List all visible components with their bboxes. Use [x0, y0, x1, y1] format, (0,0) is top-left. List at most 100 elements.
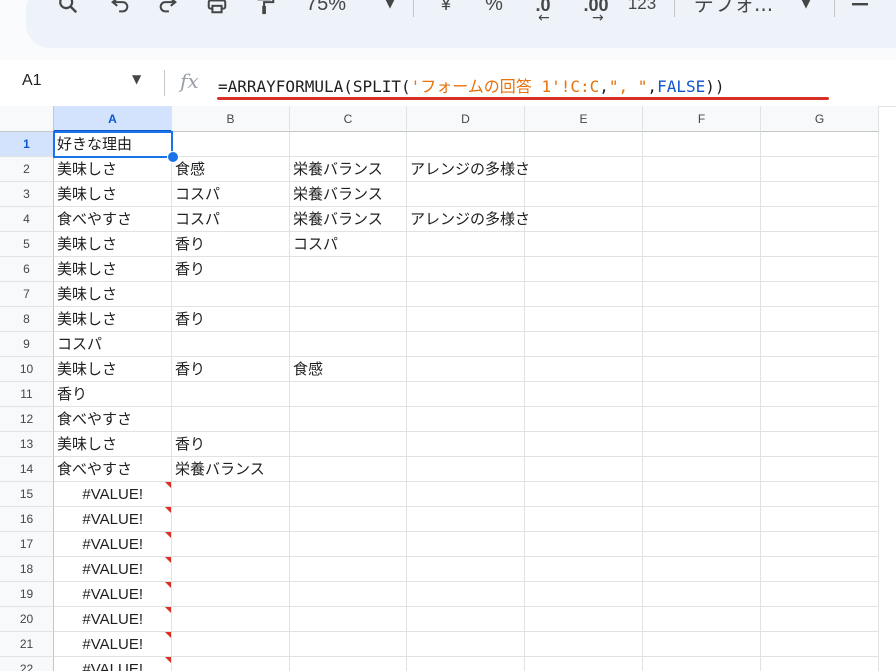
decrease-decimal-button[interactable]: .0 ←	[526, 0, 560, 26]
cell-d10[interactable]	[407, 357, 525, 382]
row-header-20[interactable]: 20	[0, 607, 54, 632]
error-indicator-icon[interactable]	[165, 657, 171, 663]
cell-f12[interactable]	[643, 407, 761, 432]
cell-f5[interactable]	[643, 232, 761, 257]
row-header-13[interactable]: 13	[0, 432, 54, 457]
cell-f3[interactable]	[643, 182, 761, 207]
cell-e2[interactable]	[525, 157, 643, 182]
cell-e4[interactable]	[525, 207, 643, 232]
formula-input[interactable]: =ARRAYFORMULA(SPLIT('フォームの回答 1'!C:C,", "…	[218, 73, 725, 97]
cell-a8[interactable]: 美味しさ	[54, 307, 172, 332]
increase-decimal-button[interactable]: .00 →	[576, 0, 616, 26]
fill-handle[interactable]	[167, 151, 179, 163]
row-header-3[interactable]: 3	[0, 182, 54, 207]
cell-c3[interactable]: 栄養バランス	[290, 182, 407, 207]
cell-f16[interactable]	[643, 507, 761, 532]
cell-f8[interactable]	[643, 307, 761, 332]
cell-b8[interactable]: 香り	[172, 307, 290, 332]
cell-a9[interactable]: コスパ	[54, 332, 172, 357]
row-header-5[interactable]: 5	[0, 232, 54, 257]
row-header-11[interactable]: 11	[0, 382, 54, 407]
cell-d3[interactable]	[407, 182, 525, 207]
column-header-d[interactable]: D	[407, 106, 525, 132]
cell-b14[interactable]: 栄養バランス	[172, 457, 290, 482]
cell-g4[interactable]	[761, 207, 879, 232]
cell-a18[interactable]: #VALUE!	[54, 557, 172, 582]
cell-a15[interactable]: #VALUE!	[54, 482, 172, 507]
cell-c7[interactable]	[290, 282, 407, 307]
row-header-17[interactable]: 17	[0, 532, 54, 557]
cell-a19[interactable]: #VALUE!	[54, 582, 172, 607]
cell-g6[interactable]	[761, 257, 879, 282]
cell-a16[interactable]: #VALUE!	[54, 507, 172, 532]
cell-d13[interactable]	[407, 432, 525, 457]
cell-b17[interactable]	[172, 532, 290, 557]
cell-b13[interactable]: 香り	[172, 432, 290, 457]
row-header-4[interactable]: 4	[0, 207, 54, 232]
cell-c4[interactable]: 栄養バランス	[290, 207, 407, 232]
cell-c19[interactable]	[290, 582, 407, 607]
cell-e11[interactable]	[525, 382, 643, 407]
row-header-22[interactable]: 22	[0, 657, 54, 671]
percent-format-button[interactable]: %	[482, 0, 506, 22]
cell-b1[interactable]	[172, 132, 290, 157]
cell-b6[interactable]: 香り	[172, 257, 290, 282]
row-header-21[interactable]: 21	[0, 632, 54, 657]
cell-f7[interactable]	[643, 282, 761, 307]
column-header-g[interactable]: G	[761, 106, 879, 132]
cell-d5[interactable]	[407, 232, 525, 257]
cell-b4[interactable]: コスパ	[172, 207, 290, 232]
cell-e8[interactable]	[525, 307, 643, 332]
cell-e15[interactable]	[525, 482, 643, 507]
cell-a7[interactable]: 美味しさ	[54, 282, 172, 307]
select-all-corner[interactable]	[0, 106, 54, 132]
column-header-a[interactable]: A	[54, 106, 172, 132]
cell-f22[interactable]	[643, 657, 761, 671]
cell-f4[interactable]	[643, 207, 761, 232]
row-header-8[interactable]: 8	[0, 307, 54, 332]
cell-b19[interactable]	[172, 582, 290, 607]
cell-d1[interactable]	[407, 132, 525, 157]
cell-g3[interactable]	[761, 182, 879, 207]
cell-g2[interactable]	[761, 157, 879, 182]
cell-b18[interactable]	[172, 557, 290, 582]
cell-b11[interactable]	[172, 382, 290, 407]
cell-c21[interactable]	[290, 632, 407, 657]
cell-a21[interactable]: #VALUE!	[54, 632, 172, 657]
cell-b7[interactable]	[172, 282, 290, 307]
redo-icon[interactable]	[152, 0, 184, 22]
cell-a17[interactable]: #VALUE!	[54, 532, 172, 557]
cell-d11[interactable]	[407, 382, 525, 407]
decrease-font-size-icon[interactable]	[848, 0, 872, 22]
name-box[interactable]: A1	[22, 72, 42, 90]
cell-f20[interactable]	[643, 607, 761, 632]
cell-d7[interactable]	[407, 282, 525, 307]
cell-c15[interactable]	[290, 482, 407, 507]
search-menus-icon[interactable]	[52, 0, 84, 22]
cell-b12[interactable]	[172, 407, 290, 432]
font-dropdown-icon[interactable]: ▼	[794, 0, 818, 22]
cell-e3[interactable]	[525, 182, 643, 207]
cell-a10[interactable]: 美味しさ	[54, 357, 172, 382]
cell-g11[interactable]	[761, 382, 879, 407]
cell-c14[interactable]	[290, 457, 407, 482]
column-header-f[interactable]: F	[643, 106, 761, 132]
cell-e16[interactable]	[525, 507, 643, 532]
cell-e6[interactable]	[525, 257, 643, 282]
cell-f15[interactable]	[643, 482, 761, 507]
cell-g13[interactable]	[761, 432, 879, 457]
undo-icon[interactable]	[104, 0, 136, 22]
cell-b21[interactable]	[172, 632, 290, 657]
cell-c9[interactable]	[290, 332, 407, 357]
cell-b3[interactable]: コスパ	[172, 182, 290, 207]
cell-g15[interactable]	[761, 482, 879, 507]
error-indicator-icon[interactable]	[165, 632, 171, 638]
cell-g17[interactable]	[761, 532, 879, 557]
cell-g18[interactable]	[761, 557, 879, 582]
paint-format-icon[interactable]	[248, 0, 282, 22]
cell-c10[interactable]: 食感	[290, 357, 407, 382]
error-indicator-icon[interactable]	[165, 582, 171, 588]
cell-d9[interactable]	[407, 332, 525, 357]
cell-a12[interactable]: 食べやすさ	[54, 407, 172, 432]
error-indicator-icon[interactable]	[165, 532, 171, 538]
